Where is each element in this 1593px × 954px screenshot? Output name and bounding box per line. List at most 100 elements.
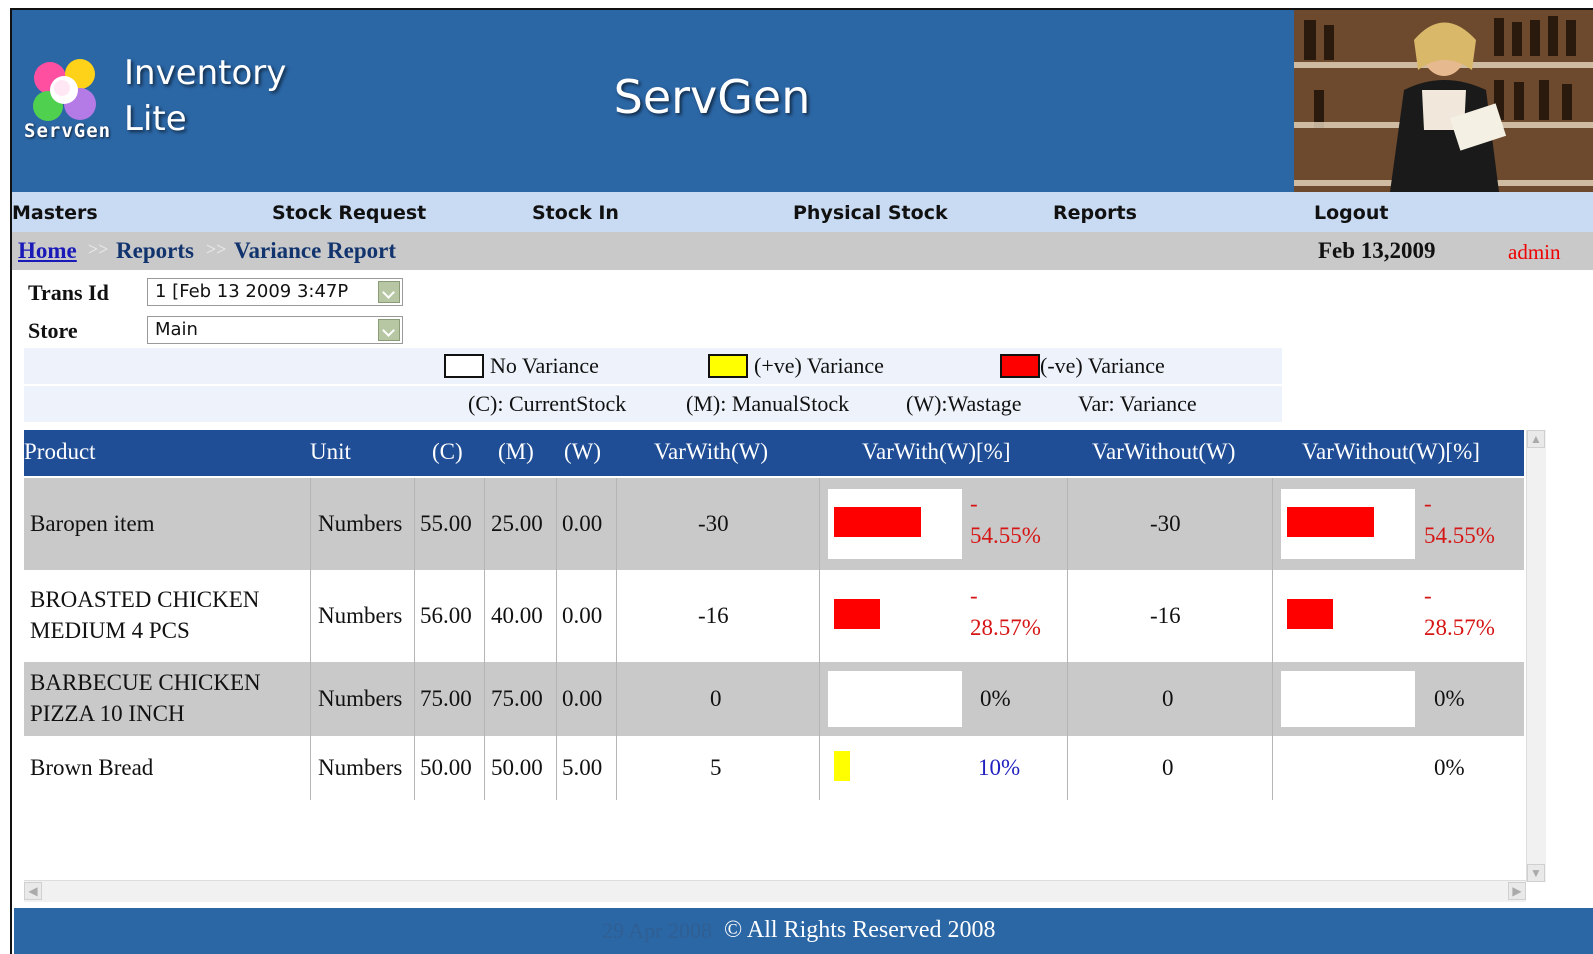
cell-divider <box>310 736 311 800</box>
col-header-var-without[interactable]: VarWithout(W) <box>1092 439 1235 465</box>
col-header-unit[interactable]: Unit <box>310 439 351 465</box>
cell-divider <box>819 662 820 736</box>
table-row[interactable]: Brown Bread Numbers 50.00 50.00 5.00 5 0 10% 0% <box>24 736 1524 800</box>
store-photo-image <box>1294 10 1593 192</box>
main-nav: Masters Stock Request Stock In Physical … <box>12 192 1593 232</box>
cell-unit: Numbers <box>318 511 403 536</box>
cell-divider <box>310 570 311 662</box>
legend-no-variance: No Variance <box>490 353 599 378</box>
cell-divider <box>414 570 415 662</box>
cell-wastage: 0.00 <box>562 603 603 628</box>
cell-var-without-pct-sign: - <box>1424 583 1432 608</box>
cell-product: PIZZA 10 INCH <box>30 701 185 726</box>
cell-var-with: 0 <box>710 686 722 711</box>
scroll-down-icon[interactable]: ▼ <box>1527 864 1545 882</box>
cell-var-without: 0 <box>1162 755 1174 780</box>
nav-logout[interactable]: Logout <box>1314 202 1388 224</box>
negative-variance-swatch <box>1000 354 1040 378</box>
nav-masters[interactable]: Masters <box>12 202 98 224</box>
cell-divider <box>1067 662 1068 736</box>
cell-divider <box>616 478 617 570</box>
legend-positive-variance: (+ve) Variance <box>754 353 884 378</box>
breadcrumb-reports-link[interactable]: Reports <box>116 238 194 264</box>
cell-var-without-pct: 0% <box>1434 686 1465 711</box>
vertical-scrollbar[interactable]: ▲ ▼ <box>1526 430 1546 882</box>
copyright-text: © All Rights Reserved 2008 <box>724 917 996 943</box>
cell-var-without-pct: 54.55% <box>1424 523 1495 548</box>
cell-divider <box>819 570 820 662</box>
cell-divider <box>1272 570 1273 662</box>
nav-stock-in[interactable]: Stock In <box>532 202 619 224</box>
cell-divider <box>556 570 557 662</box>
logo-brand-text: ServGen <box>24 120 112 142</box>
cell-manual-stock: 40.00 <box>491 603 543 628</box>
cell-var-with: -16 <box>698 603 729 628</box>
chevron-down-icon[interactable] <box>378 281 400 303</box>
cell-divider <box>556 478 557 570</box>
legend-negative-variance: (-ve) Variance <box>1040 353 1165 378</box>
trans-id-select[interactable]: 1 [Feb 13 2009 3:47P <box>147 278 403 306</box>
chevron-down-icon[interactable] <box>378 319 400 341</box>
scroll-right-icon[interactable]: ▶ <box>1508 882 1526 900</box>
variance-bar-without <box>1287 599 1333 629</box>
legend-wastage: (W):Wastage <box>906 391 1022 416</box>
cell-current-stock: 50.00 <box>420 755 472 780</box>
table-row[interactable]: Baropen item Numbers 55.00 25.00 0.00 -30 -30 -… <box>24 478 1524 570</box>
col-header-var-with[interactable]: VarWith(W) <box>654 439 768 465</box>
variance-bar-with-track <box>828 671 962 727</box>
cell-wastage: 0.00 <box>562 511 603 536</box>
col-header-wastage[interactable]: (W) <box>564 439 601 465</box>
nav-physical-stock[interactable]: Physical Stock <box>793 202 948 224</box>
cell-var-with: -30 <box>698 511 729 536</box>
table-row[interactable]: BARBECUE CHICKEN PIZZA 10 INCH Numbers 75.0… <box>24 662 1524 736</box>
cell-manual-stock: 75.00 <box>491 686 543 711</box>
trans-id-value: 1 [Feb 13 2009 3:47P <box>155 281 349 302</box>
legend-manual-stock: (M): ManualStock <box>686 391 850 416</box>
cell-divider <box>484 662 485 736</box>
breadcrumb-separator: >> <box>88 239 109 259</box>
col-header-current[interactable]: (C) <box>432 439 463 465</box>
nav-reports[interactable]: Reports <box>1053 202 1137 224</box>
variance-bar-without <box>1287 507 1374 537</box>
scroll-up-icon[interactable]: ▲ <box>1527 430 1545 448</box>
cell-divider <box>1272 662 1273 736</box>
breadcrumb-home-link[interactable]: Home <box>18 238 77 264</box>
cell-divider <box>484 736 485 800</box>
cell-unit: Numbers <box>318 603 403 628</box>
cell-divider <box>1272 736 1273 800</box>
cell-var-with: 5 <box>710 755 722 780</box>
scroll-left-icon[interactable]: ◀ <box>24 882 42 900</box>
cell-divider <box>819 478 820 570</box>
cell-var-without-pct: 28.57% <box>1424 615 1495 640</box>
cell-wastage: 0.00 <box>562 686 603 711</box>
nav-stock-request[interactable]: Stock Request <box>272 202 426 224</box>
logged-in-user: admin <box>1508 240 1561 264</box>
positive-variance-swatch <box>708 354 748 378</box>
cell-divider <box>819 736 820 800</box>
cell-product: BARBECUE CHICKEN <box>30 670 261 695</box>
cell-var-without-pct-sign: - <box>1424 491 1432 516</box>
cell-divider <box>310 662 311 736</box>
legend-variance: Var: Variance <box>1078 391 1197 416</box>
cell-divider <box>414 662 415 736</box>
cell-product: MEDIUM 4 PCS <box>30 618 190 643</box>
cell-manual-stock: 25.00 <box>491 511 543 536</box>
table-row[interactable]: BROASTED CHICKEN MEDIUM 4 PCS Numbers 56.00… <box>24 570 1524 662</box>
col-header-manual[interactable]: (M) <box>498 439 534 465</box>
horizontal-scrollbar[interactable]: ◀ ▶ <box>24 880 1526 902</box>
cell-var-with-pct: 54.55% <box>970 523 1041 548</box>
cell-var-with-pct-sign: - <box>970 583 978 608</box>
col-header-var-with-pct[interactable]: VarWith(W)[%] <box>862 439 1011 465</box>
cell-product: BROASTED CHICKEN <box>30 587 260 612</box>
cell-divider <box>414 736 415 800</box>
col-header-product[interactable]: Product <box>24 439 96 465</box>
cell-unit: Numbers <box>318 755 403 780</box>
col-header-var-without-pct[interactable]: VarWithout(W)[%] <box>1302 439 1480 465</box>
app-name: Inventory Lite <box>124 50 286 142</box>
cell-divider <box>484 570 485 662</box>
store-select[interactable]: Main <box>147 316 403 344</box>
cell-unit: Numbers <box>318 686 403 711</box>
cell-divider <box>484 478 485 570</box>
page-footer: 29 Apr 2008 © All Rights Reserved 2008 <box>14 908 1593 954</box>
variance-bar-with <box>834 751 850 781</box>
